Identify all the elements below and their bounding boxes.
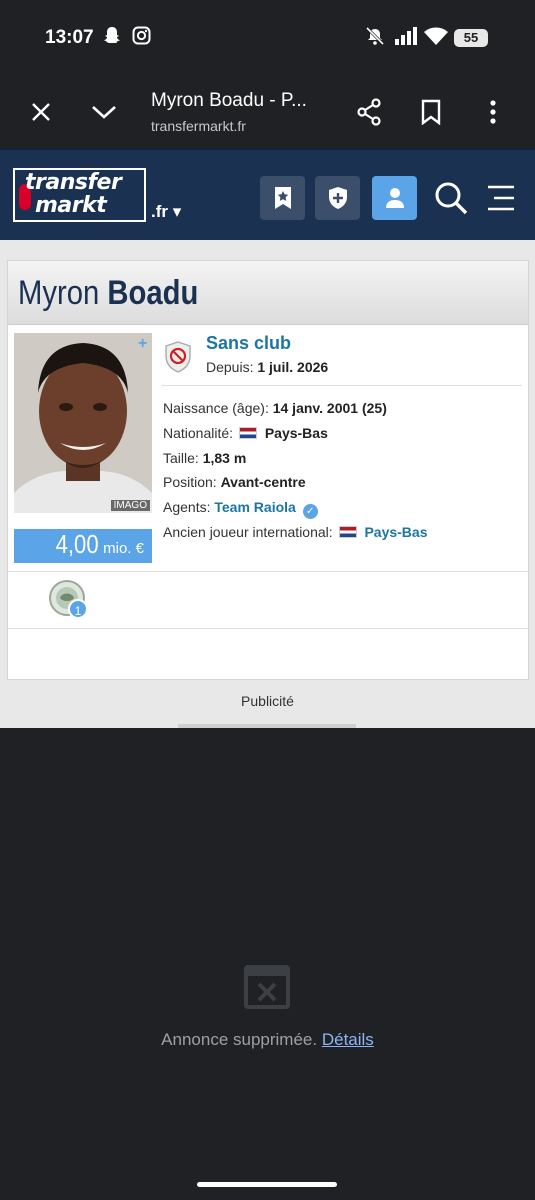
player-last-name: Boadu [107, 274, 199, 312]
birth-label: Naissance (âge): [163, 400, 269, 416]
site-header: transfer markt .fr ▾ [0, 148, 535, 240]
divider [8, 628, 528, 629]
nationality-value: Pays-Bas [264, 425, 328, 441]
ad-removed-text: Annonce supprimée. [161, 1030, 318, 1049]
status-bar: 13:07 55 [0, 0, 535, 76]
nationality-label: Nationalité: [163, 425, 234, 441]
chevron-down-icon[interactable] [86, 94, 122, 130]
home-indicator[interactable] [197, 1182, 337, 1187]
club-shield-button[interactable] [315, 176, 360, 220]
battery-icon: 55 [454, 29, 488, 47]
since-label: Depuis: [206, 359, 254, 375]
birth-row: Naissance (âge): 14 janv. 2001 (25) [163, 400, 387, 416]
photo-credit: IMAGO [110, 500, 150, 511]
user-icon [385, 188, 404, 208]
user-button[interactable] [372, 176, 417, 220]
player-name: Myron Boadu [18, 274, 198, 313]
market-value-unit: mio. € [103, 540, 144, 557]
share-icon[interactable] [351, 94, 387, 130]
former-international-row: Ancien joueur international: Pays-Bas [163, 524, 428, 540]
club-since: Depuis: 1 juil. 2026 [206, 359, 328, 375]
netherlands-flag-icon [238, 427, 257, 439]
publicite-label: Publicité [241, 693, 294, 709]
search-icon [435, 182, 467, 215]
nationality-row: Nationalité: Pays-Bas [163, 425, 328, 441]
verified-icon: ✓ [302, 504, 318, 519]
former-international-label: Ancien joueur international: [163, 524, 333, 540]
agent-label: Agents: [163, 499, 211, 515]
ad-removed-message: Annonce supprimée. Détails [0, 1030, 535, 1050]
position-label: Position: [163, 474, 217, 490]
birth-value: 14 janv. 2001 (25) [272, 400, 387, 416]
logo-text-line1: transfer [25, 170, 122, 195]
signal-icon [394, 26, 418, 51]
since-value: 1 juil. 2026 [257, 359, 329, 375]
agent-row: Agents: Team Raiola ✓ [163, 499, 318, 519]
page-title: Myron Boadu - P... [151, 90, 307, 111]
player-profile-card: Myron Boadu IMAGO + 4,00 mio. € Sans clu… [7, 260, 529, 680]
domain-selector[interactable]: .fr ▾ [151, 202, 181, 222]
browser-toolbar: Myron Boadu - P... transfermarkt.fr [0, 76, 535, 148]
more-icon[interactable] [475, 94, 511, 130]
netherlands-flag-icon [338, 526, 357, 538]
former-international-link[interactable]: Pays-Bas [364, 524, 427, 540]
market-value-box[interactable]: 4,00 mio. € [14, 529, 152, 563]
add-photo-icon[interactable]: + [138, 335, 147, 353]
instagram-icon [132, 26, 151, 50]
player-header: Myron Boadu [8, 261, 528, 325]
agent-link[interactable]: Team Raiola [214, 499, 295, 515]
page-content: Myron Boadu IMAGO + 4,00 mio. € Sans clu… [0, 240, 535, 728]
height-row: Taille: 1,83 m [163, 450, 246, 466]
player-first-name: Myron [18, 274, 100, 312]
watchlist-icon [274, 187, 291, 209]
club-shield-icon [328, 187, 347, 209]
bookmark-icon[interactable] [413, 94, 449, 130]
ad-details-link[interactable]: Détails [322, 1030, 374, 1049]
trophy-count-badge: 1 [68, 599, 88, 619]
club-name[interactable]: Sans club [206, 333, 291, 354]
no-club-icon [164, 341, 192, 373]
status-time: 13:07 [45, 27, 94, 48]
height-value: 1,83 m [202, 450, 247, 466]
ad-removed-icon [243, 964, 291, 1010]
player-photo[interactable]: IMAGO [14, 333, 152, 513]
market-value: 4,00 [55, 529, 99, 559]
snapchat-icon [103, 26, 121, 51]
transfermarkt-logo[interactable]: transfer markt [13, 168, 146, 222]
wifi-icon [423, 26, 449, 51]
menu-icon [487, 185, 514, 211]
position-value: Avant-centre [220, 474, 306, 490]
search-button[interactable] [428, 176, 473, 220]
menu-button[interactable] [478, 176, 523, 220]
removed-ad-area: Annonce supprimée. Détails [0, 728, 535, 1200]
divider [8, 571, 528, 572]
page-url[interactable]: transfermarkt.fr [151, 118, 246, 134]
height-label: Taille: [163, 450, 199, 466]
close-icon[interactable] [23, 94, 59, 130]
position-row: Position: Avant-centre [163, 474, 306, 490]
mute-icon [365, 26, 385, 51]
logo-text-line2: markt [35, 193, 107, 218]
divider [162, 385, 522, 386]
watchlist-button[interactable] [260, 176, 305, 220]
